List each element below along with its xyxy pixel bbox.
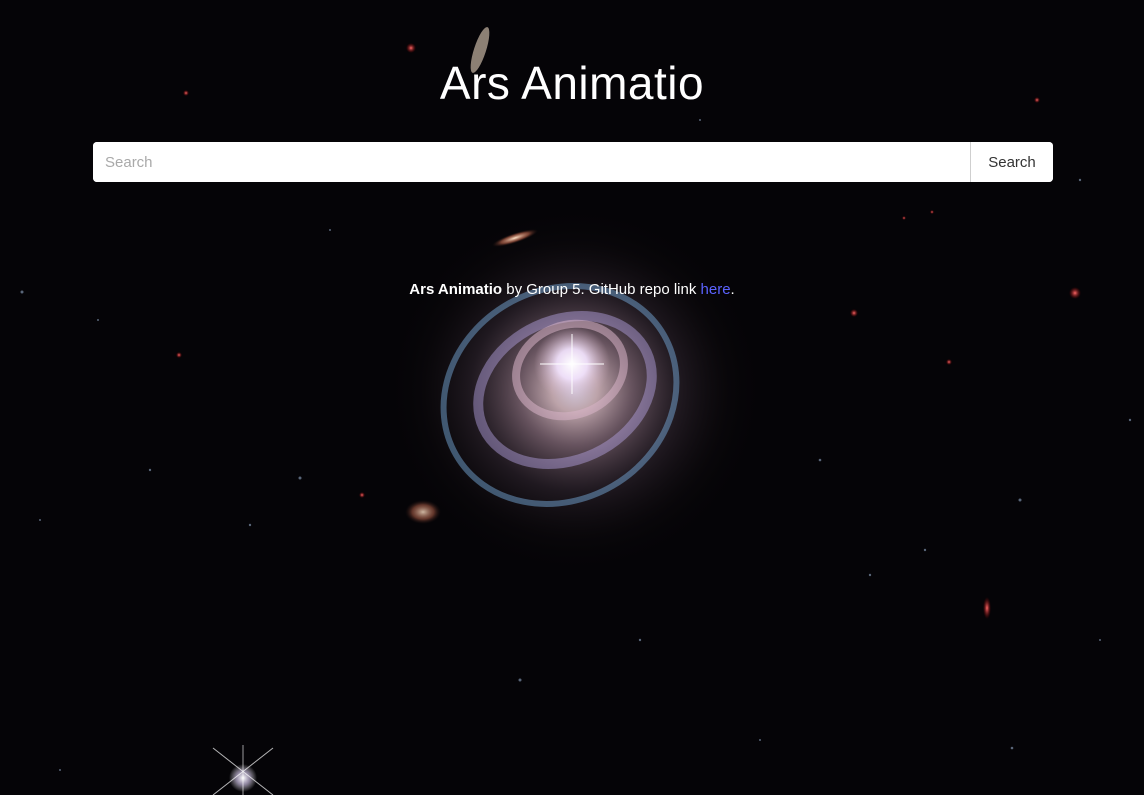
search-button[interactable]: Search [970, 142, 1053, 182]
project-name: Ars Animatio [409, 281, 503, 298]
page-title: Ars Animatio [439, 57, 705, 109]
search-form: Search [93, 142, 1053, 182]
space-background-image [0, 0, 1144, 795]
page: Ars Animatio Search Ars Animatio by Grou… [0, 0, 1144, 795]
github-repo-link[interactable]: here [701, 281, 731, 298]
footer-text-end: . [730, 281, 735, 298]
footer-text-middle: by Group 5. GitHub repo link [502, 281, 701, 298]
search-input[interactable] [93, 142, 970, 182]
footer-credit: Ars Animatio by Group 5. GitHub repo lin… [0, 281, 1144, 298]
